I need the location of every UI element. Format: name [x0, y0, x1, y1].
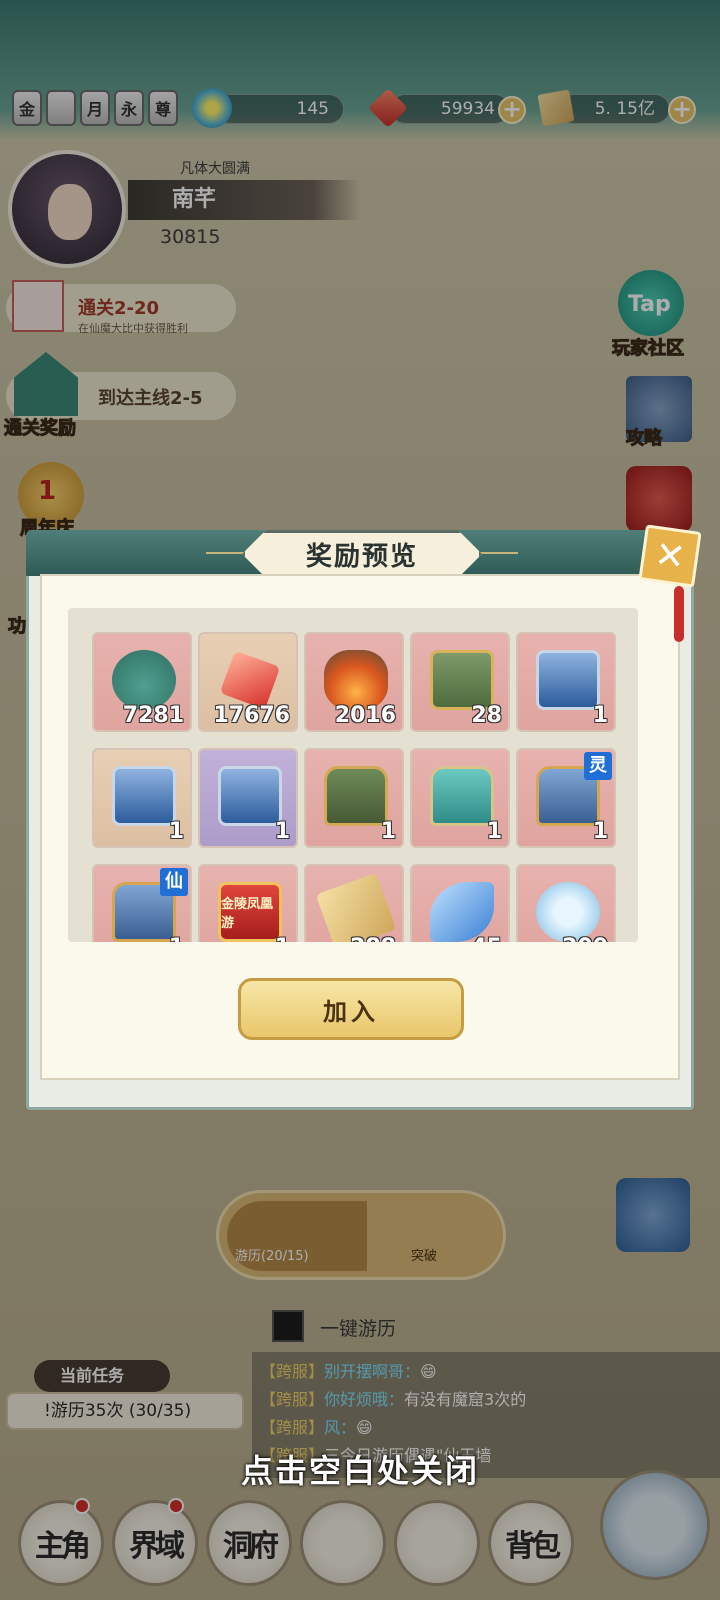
reward-item[interactable]: 金陵凤凰游1 [198, 864, 298, 942]
green-treasure-chest-icon [324, 766, 388, 826]
blue-chest-icon [218, 766, 282, 826]
red-banner-icon: 金陵凤凰游 [218, 882, 282, 942]
rarity-badge: 灵 [584, 752, 612, 780]
teal-treasure-chest-icon [430, 766, 494, 826]
reward-item[interactable]: 17676 [198, 632, 298, 732]
reward-item[interactable]: 7281 [92, 632, 192, 732]
blue-feather-icon [430, 882, 494, 942]
reward-count: 1 [592, 703, 608, 728]
reward-item[interactable]: 1 [304, 748, 404, 848]
reward-item[interactable]: 仙1 [92, 864, 192, 942]
reward-item[interactable]: 1 [92, 748, 192, 848]
reward-count: 45 [471, 935, 502, 942]
reward-item[interactable]: 28 [410, 632, 510, 732]
blue-chest-icon [536, 650, 600, 710]
reward-count: 1 [169, 935, 184, 942]
reward-item[interactable]: 2016 [304, 632, 404, 732]
reward-grid[interactable]: 72811767620162811111灵1仙1金陵凤凰游128845200 [68, 608, 638, 942]
modal-title: 奖励预览 [305, 541, 418, 572]
title-ornament-right [478, 552, 518, 554]
reward-preview-modal: 奖励预览 ✕ 72811767620162811111灵1仙1金陵凤凰游1288… [26, 524, 702, 1110]
reward-item[interactable]: 1 [516, 632, 616, 732]
reward-count: 288 [350, 935, 396, 942]
tap-blank-to-close[interactable]: 点击空白处关闭 [0, 1446, 720, 1492]
reward-item[interactable]: 1 [198, 748, 298, 848]
reward-count: 1 [592, 819, 608, 844]
reward-count: 2016 [334, 703, 396, 728]
scroll-icon [315, 872, 397, 942]
reward-count: 1 [168, 819, 184, 844]
modal-title-plaque: 奖励预览 [242, 530, 482, 578]
reward-count: 1 [380, 819, 396, 844]
red-gem-icon [219, 650, 281, 710]
reward-item[interactable]: 1 [410, 748, 510, 848]
title-ornament-left [206, 552, 246, 554]
jade-pendant-icon [536, 882, 600, 942]
reward-count: 1 [275, 935, 290, 942]
rarity-badge: 仙 [160, 868, 188, 896]
reward-count: 7281 [122, 703, 184, 728]
reward-count: 1 [486, 819, 502, 844]
reward-item[interactable]: 45 [410, 864, 510, 942]
fire-dragon-icon [324, 650, 388, 710]
money-bag-icon [112, 650, 176, 710]
green-chest-icon [430, 650, 494, 710]
reward-item[interactable]: 200 [516, 864, 616, 942]
reward-count: 1 [274, 819, 290, 844]
reward-item[interactable]: 288 [304, 864, 404, 942]
reward-count: 17676 [213, 703, 290, 728]
reward-item[interactable]: 灵1 [516, 748, 616, 848]
close-button[interactable]: ✕ [638, 524, 702, 588]
close-tassel [674, 586, 684, 642]
reward-count: 28 [471, 703, 502, 728]
blue-chest-icon [112, 766, 176, 826]
reward-count: 200 [562, 935, 608, 942]
join-button[interactable]: 加入 [238, 978, 464, 1040]
